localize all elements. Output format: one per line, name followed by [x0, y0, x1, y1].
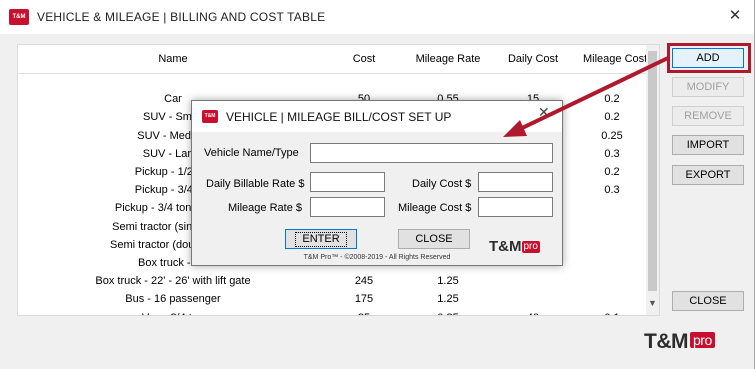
row-name: Van - 3/4 ton [48, 312, 298, 315]
row-mileage-rate: 0.85 [408, 312, 488, 315]
header-mileage-cost[interactable]: Mileage Cost [578, 53, 651, 65]
dialog-brand-logo: T&M pro [489, 238, 540, 255]
row-mileage-cost: 0.3 [604, 147, 620, 160]
row-cost: 85 [336, 312, 392, 315]
close-button[interactable]: CLOSE [672, 291, 744, 311]
mileage-rate-field[interactable] [310, 197, 385, 217]
window-title: VEHICLE & MILEAGE | BILLING AND COST TAB… [37, 10, 326, 24]
daily-billable-rate-field[interactable] [310, 172, 385, 192]
row-mileage-cost: 0.25 [601, 129, 623, 142]
app-logo: T&M [9, 9, 29, 25]
dialog-close-button[interactable]: CLOSE [398, 229, 470, 249]
header-name[interactable]: Name [78, 53, 268, 65]
row-daily-cost: 40 [498, 312, 568, 315]
remove-button[interactable]: REMOVE [672, 106, 744, 126]
enter-button-label: ENTER [295, 232, 347, 247]
window-close-button[interactable]: ✕ [722, 5, 748, 27]
scrollbar-thumb[interactable] [648, 51, 657, 291]
row-mileage-cost: 0.1 [578, 312, 646, 315]
brand-name: T&M [644, 330, 689, 353]
table-row[interactable]: Bus - 16 passenger 175 1.25 [18, 291, 646, 309]
export-button[interactable]: EXPORT [672, 165, 744, 185]
table-row[interactable]: Van - 3/4 ton 85 0.85 40 0.1 [18, 310, 646, 315]
dialog-close-icon[interactable]: ✕ [538, 104, 550, 121]
title-bar: T&M VEHICLE & MILEAGE | BILLING AND COST… [0, 0, 754, 34]
dialog-brand-name: T&M [489, 238, 522, 255]
scroll-down-icon[interactable]: ▼ [647, 298, 658, 310]
copyright-text: T&M Pro™ - ©2008-2019 - All Rights Reser… [303, 254, 451, 261]
dialog-title-bar: T&M VEHICLE | MILEAGE BILL/COST SET UP ✕ [192, 101, 562, 132]
row-name: Box truck - 22' - 26' with lift gate [95, 275, 251, 288]
import-button[interactable]: IMPORT [672, 135, 744, 155]
vehicle-name-label: Vehicle Name/Type [204, 147, 299, 159]
brand-logo: T&M pro [644, 330, 715, 354]
row-mileage-cost: 0.3 [604, 184, 620, 197]
daily-cost-field[interactable] [478, 172, 553, 192]
add-button[interactable]: ADD [672, 48, 744, 68]
row-name: Bus - 16 passenger [125, 293, 221, 306]
row-cost: 175 [354, 293, 374, 306]
header-cost[interactable]: Cost [336, 53, 392, 65]
vertical-scrollbar[interactable]: ▼ [646, 45, 659, 315]
vehicle-setup-dialog: T&M VEHICLE | MILEAGE BILL/COST SET UP ✕… [191, 100, 563, 266]
dialog-brand-pro-badge: pro [521, 241, 540, 253]
row-mileage-cost: 0.2 [604, 166, 620, 178]
modify-button[interactable]: MODIFY [672, 77, 744, 97]
row-mileage-cost: 0.2 [604, 111, 620, 124]
daily-billable-rate-label: Daily Billable Rate $ [206, 178, 305, 190]
row-mileage-cost: 0.2 [604, 93, 620, 106]
table-row[interactable] [18, 73, 646, 91]
row-cost: 245 [354, 275, 374, 288]
table-header: Name Cost Mileage Rate Daily Cost Mileag… [18, 45, 647, 74]
header-daily-cost[interactable]: Daily Cost [498, 53, 568, 65]
row-mileage-rate: 1.25 [437, 293, 459, 306]
brand-pro-badge: pro [690, 332, 715, 348]
daily-cost-label: Daily Cost $ [412, 178, 472, 190]
mileage-rate-label: Mileage Rate $ [228, 202, 302, 214]
mileage-cost-label: Mileage Cost $ [398, 202, 472, 214]
table-row[interactable]: Box truck - 22' - 26' with lift gate 245 1… [18, 273, 646, 291]
vehicle-name-field[interactable] [310, 143, 553, 163]
enter-button[interactable]: ENTER [285, 229, 357, 249]
dialog-logo: T&M [202, 110, 218, 123]
row-mileage-rate: 1.25 [437, 275, 459, 288]
dialog-title: VEHICLE | MILEAGE BILL/COST SET UP [226, 110, 452, 124]
mileage-cost-field[interactable] [478, 197, 553, 217]
header-mileage-rate[interactable]: Mileage Rate [408, 53, 488, 65]
